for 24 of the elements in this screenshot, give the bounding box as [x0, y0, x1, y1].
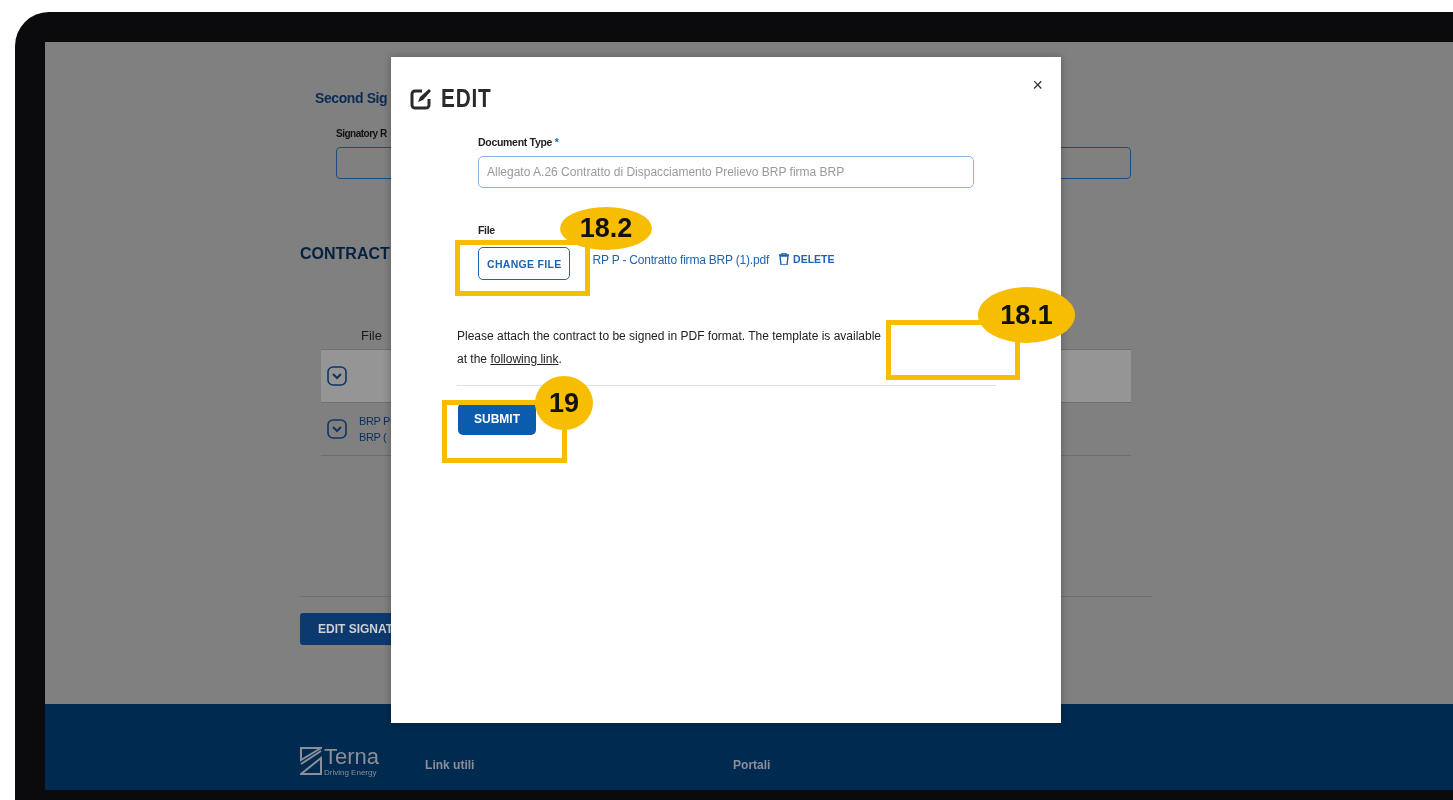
- footer-heading: Portali: [733, 758, 772, 774]
- logo-icon: [300, 746, 322, 776]
- file-link[interactable]: RP P - Contratto firma BRP (1).pdf: [592, 252, 770, 267]
- close-button[interactable]: ×: [1032, 75, 1043, 96]
- change-file-button[interactable]: CHANGE FILE: [478, 247, 571, 280]
- field-label: File: [478, 224, 495, 236]
- chevron-down-icon[interactable]: [327, 366, 347, 386]
- delete-button[interactable]: DELETE: [779, 252, 835, 265]
- column-header: File: [361, 327, 382, 343]
- instruction-text: Please attach the contract to be signed in PDF format. The template is available at the following link.: [457, 328, 882, 368]
- trash-icon: [779, 252, 790, 265]
- section-title: CONTRACT: [300, 245, 390, 263]
- field-label: Signatory R: [336, 128, 387, 139]
- footer-heading: Link utili: [425, 758, 476, 774]
- section-title: Second Sig: [315, 90, 388, 106]
- dialog-title: EDIT: [441, 83, 492, 114]
- logo-name: Terna: [324, 746, 380, 768]
- chevron-down-icon[interactable]: [327, 419, 347, 439]
- submit-button[interactable]: SUBMIT: [458, 403, 536, 435]
- file-link[interactable]: BRP (: [359, 431, 390, 443]
- file-link[interactable]: BRP P: [359, 415, 390, 427]
- edit-icon: [409, 86, 433, 111]
- field-label: Document Type *: [478, 136, 559, 148]
- logo-tagline: Driving Energy: [324, 768, 378, 777]
